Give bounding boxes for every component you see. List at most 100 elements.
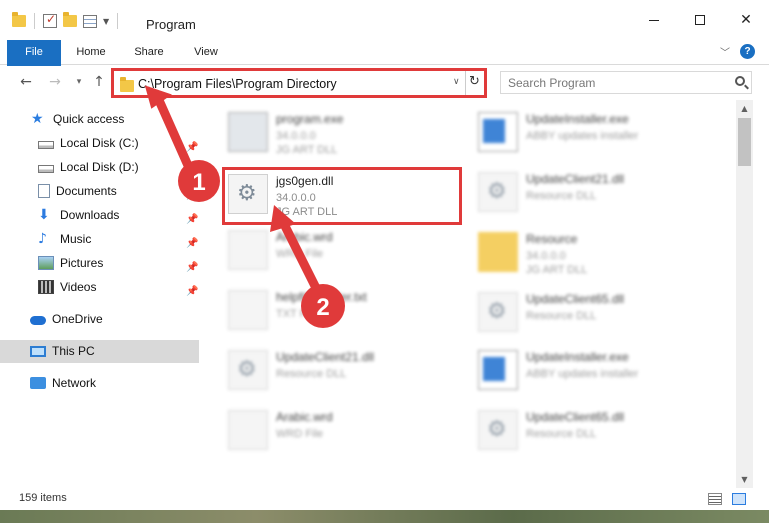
list-item[interactable]: UpdateClient21.dll Resource DLL <box>478 166 718 218</box>
file-description: ABBY updates installer <box>526 130 639 142</box>
expand-ribbon-chevron-icon[interactable]: ﹀ <box>720 44 730 59</box>
sidebar-item-documents[interactable]: Documents 📌 <box>38 180 206 202</box>
pin-icon: 📌 <box>186 286 199 297</box>
list-item-jgs0gen-dll[interactable]: jgs0gen.dll 34.0.0.0 JG ART DLL <box>228 168 468 220</box>
sidebar-item-network[interactable]: Network <box>30 372 96 394</box>
file-name: UpdateInstaller.exe <box>526 112 629 126</box>
minimize-icon <box>649 19 659 21</box>
minimize-button[interactable] <box>631 0 677 40</box>
folder-icon <box>12 12 26 27</box>
divider <box>465 71 466 95</box>
divider <box>117 13 119 29</box>
folder-icon <box>120 77 134 92</box>
dll-gear-icon <box>478 292 518 332</box>
dll-gear-icon <box>228 350 268 390</box>
address-history-chevron-icon[interactable]: ∨ <box>453 77 460 87</box>
blank-file-icon <box>228 290 268 330</box>
file-list: program.exe 34.0.0.0 JG ART DLL Arabic.w… <box>206 100 736 488</box>
up-arrow-icon[interactable]: ↑ <box>90 72 108 92</box>
disk-icon <box>38 165 54 173</box>
large-icons-view-icon[interactable] <box>732 493 746 505</box>
sidebar-item-label: Videos <box>60 280 97 294</box>
sidebar-item-local-disk-c[interactable]: Local Disk (C:) 📌 <box>38 132 206 154</box>
file-name: Arabic.wrd <box>276 230 333 244</box>
sidebar-item-onedrive[interactable]: OneDrive <box>30 308 103 330</box>
file-name: UpdateClient21.dll <box>276 350 375 364</box>
sidebar-item-videos[interactable]: Videos 📌 <box>38 276 206 298</box>
file-name: UpdateClient65.dll <box>526 292 625 306</box>
sidebar-item-this-pc[interactable]: This PC <box>30 340 95 362</box>
tab-share[interactable]: Share <box>130 40 168 65</box>
list-item[interactable]: UpdateInstaller.exe ABBY updates install… <box>478 344 718 396</box>
sidebar-item-downloads[interactable]: ⬇ Downloads 📌 <box>38 204 206 226</box>
desktop-background-strip <box>0 510 769 523</box>
refresh-icon[interactable]: ↻ <box>469 74 480 89</box>
scroll-up-icon[interactable]: ▲ <box>736 100 753 117</box>
maximize-button[interactable] <box>677 0 723 40</box>
new-folder-icon[interactable] <box>63 12 77 27</box>
list-item[interactable]: program.exe 34.0.0.0 JG ART DLL <box>228 106 468 158</box>
file-type: Resource DLL <box>526 428 597 440</box>
list-item[interactable]: UpdateClient65.dll Resource DLL <box>478 404 718 456</box>
network-icon <box>30 377 46 389</box>
window-title: Program <box>146 17 196 32</box>
file-description: JG ART DLL <box>276 206 338 218</box>
blank-file-icon <box>228 410 268 450</box>
list-item[interactable]: Arabic.wrd WRD File <box>228 404 468 456</box>
file-type: TXT File <box>276 308 318 320</box>
file-name: UpdateClient21.dll <box>526 172 625 186</box>
address-bar[interactable]: C:\Program Files\Program Directory ∨ ↻ <box>111 68 487 98</box>
search-input[interactable]: Search Program <box>500 71 752 94</box>
list-item[interactable]: helpfileheader.txt TXT File <box>228 284 468 336</box>
file-name: UpdateClient65.dll <box>526 410 625 424</box>
forward-arrow-icon[interactable]: → <box>46 72 64 92</box>
scroll-down-icon[interactable]: ▼ <box>736 471 753 488</box>
list-item[interactable]: UpdateClient65.dll Resource DLL <box>478 286 718 338</box>
details-view-icon[interactable] <box>708 493 722 505</box>
navigation-pane: ★ Quick access Local Disk (C:) 📌 Local D… <box>0 100 206 488</box>
sidebar-item-quick-access[interactable]: ★ Quick access <box>31 108 124 130</box>
divider <box>34 13 35 29</box>
file-version: 34.0.0.0 <box>276 130 316 142</box>
scrollbar-thumb[interactable] <box>738 118 751 166</box>
file-version: 34.0.0.0 <box>526 250 566 262</box>
file-name: Resource <box>526 232 578 246</box>
help-icon[interactable]: ? <box>740 44 755 59</box>
close-button[interactable]: ✕ <box>723 0 769 40</box>
tab-view[interactable]: View <box>188 40 224 65</box>
list-item[interactable]: Arabic.wrd WRD File <box>228 224 468 276</box>
onedrive-icon <box>30 316 46 325</box>
sidebar-item-music[interactable]: ♪ Music 📌 <box>38 228 206 250</box>
address-path[interactable]: C:\Program Files\Program Directory <box>138 77 337 91</box>
list-item[interactable]: UpdateInstaller.exe ABBY updates install… <box>478 106 718 158</box>
pictures-icon <box>38 256 54 270</box>
sidebar-item-label: Music <box>60 232 92 246</box>
sidebar-item-label: This PC <box>52 344 95 358</box>
tab-home[interactable]: Home <box>72 40 110 65</box>
title-bar: ▼ Program ✕ <box>0 0 769 40</box>
pin-icon: 📌 <box>186 142 199 153</box>
sidebar-item-local-disk-d[interactable]: Local Disk (D:) <box>38 156 139 178</box>
list-item[interactable]: UpdateClient21.dll Resource DLL <box>228 344 468 396</box>
file-name: jgs0gen.dll <box>276 174 334 188</box>
installer-icon <box>478 350 518 390</box>
recent-locations-chevron-icon[interactable]: ▾ <box>70 72 88 92</box>
dll-gear-icon <box>478 410 518 450</box>
status-bar: 159 items <box>0 488 769 510</box>
search-icon[interactable] <box>735 76 745 86</box>
sidebar-item-pictures[interactable]: Pictures 📌 <box>38 252 206 274</box>
file-type: WRD File <box>276 428 324 440</box>
sidebar-item-label: Quick access <box>53 112 125 126</box>
folder-icon <box>478 232 518 272</box>
properties-icon[interactable] <box>83 14 97 28</box>
customize-toolbar-chevron-down-icon[interactable]: ▼ <box>103 17 109 26</box>
list-item[interactable]: Resource 34.0.0.0 JG ART DLL <box>478 226 718 278</box>
documents-icon <box>38 184 50 198</box>
music-icon: ♪ <box>38 231 47 247</box>
file-type: Resource DLL <box>276 368 347 380</box>
properties-check-icon[interactable] <box>43 12 57 28</box>
back-arrow-icon[interactable]: ← <box>17 72 35 92</box>
vertical-scrollbar[interactable]: ▲ ▼ <box>736 100 753 488</box>
file-type: Resource DLL <box>526 190 597 202</box>
dll-gear-icon <box>228 174 268 214</box>
